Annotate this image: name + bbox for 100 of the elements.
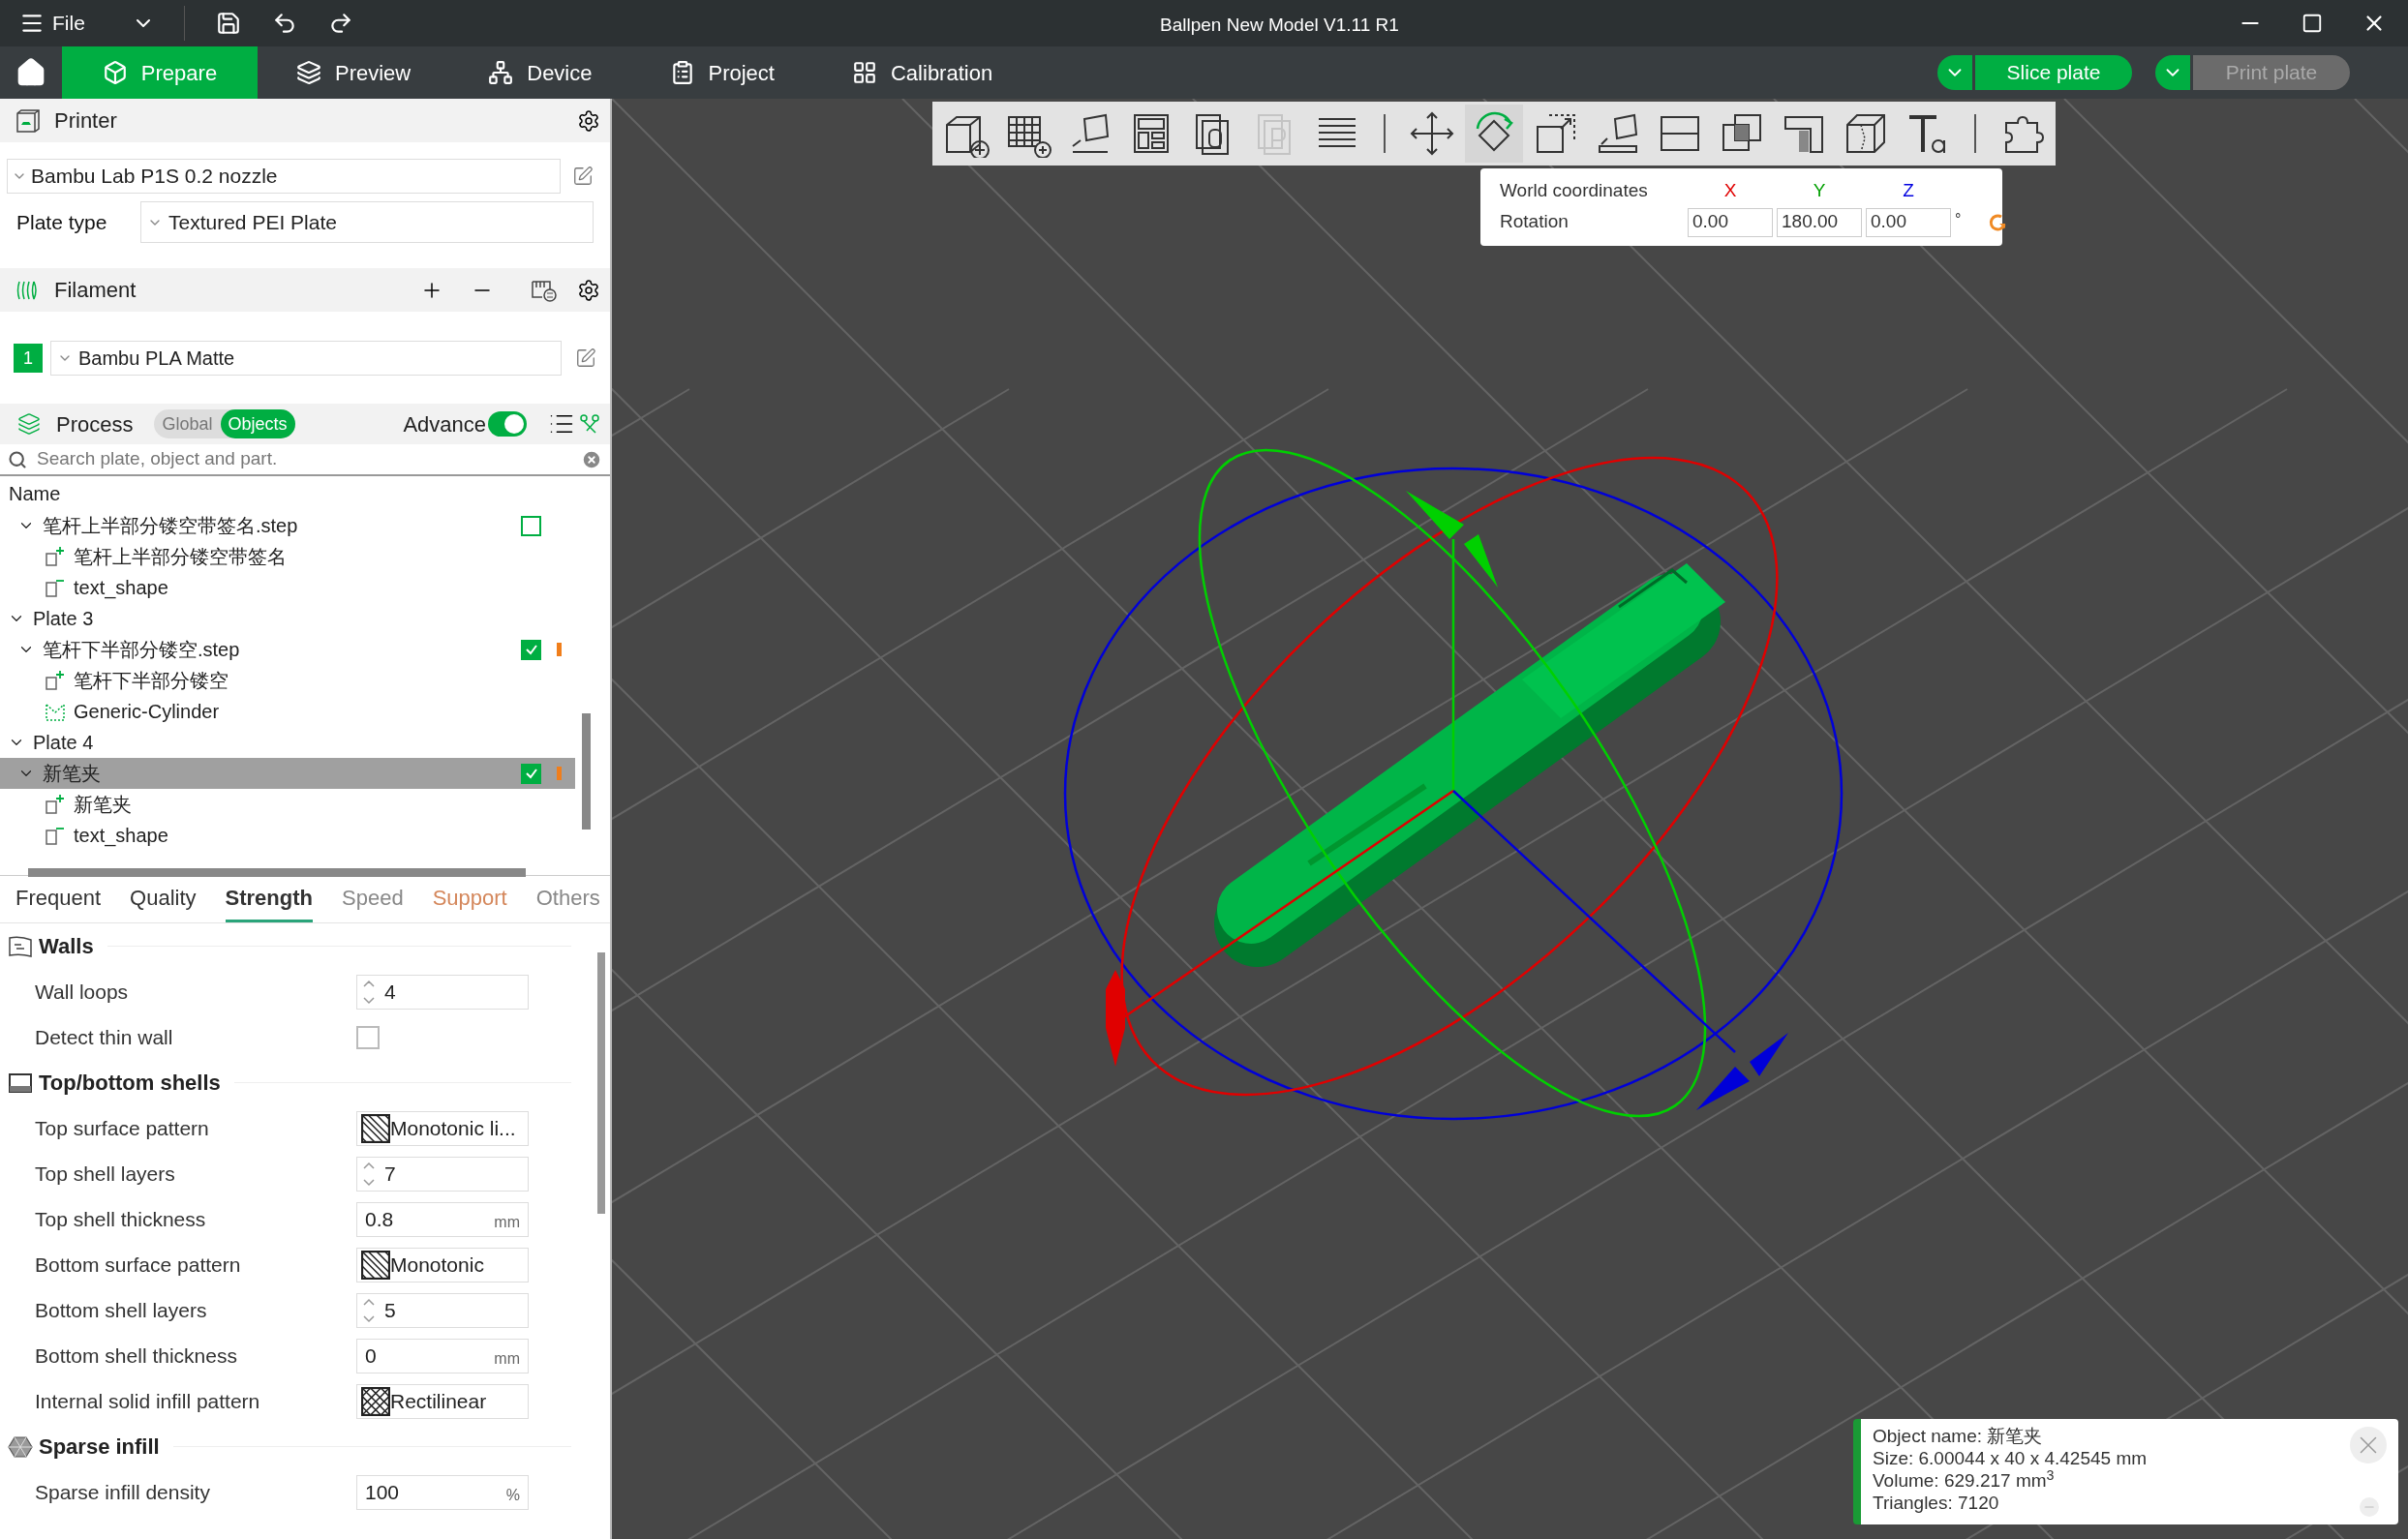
printer-dropdown[interactable]: Bambu Lab P1S 0.2 nozzle xyxy=(7,159,561,194)
filament-dropdown[interactable]: Bambu PLA Matte xyxy=(50,341,562,376)
nav-tab[interactable]: Device xyxy=(449,46,631,99)
value-field[interactable]: 0.00 xyxy=(1866,207,1951,237)
search-field[interactable]: Search plate, object and part. xyxy=(37,445,571,473)
scrollbar[interactable] xyxy=(582,713,591,830)
tool-button[interactable] xyxy=(1465,105,1523,163)
layers-icon xyxy=(296,60,321,85)
tree-row[interactable]: Plate 4 xyxy=(0,727,575,758)
file-menu-button[interactable]: File xyxy=(19,8,85,39)
part-icon xyxy=(45,546,66,567)
viewport[interactable]: World coordinates X Y Z Rotation 0.00 180.00 0.00 ° Object name: 新笔夹 Size: 6.00044 x 40 x 4.42545 mm Volume: 629.217 mm$^{3}$ Triangles: 7120 xyxy=(612,99,2408,1539)
tree-item-label: 笔杆上半部分镂空带签名 xyxy=(74,545,288,569)
shells-icon xyxy=(8,1071,33,1095)
pattern-dropdown[interactable]: Rectilinear xyxy=(356,1383,529,1419)
checkbox[interactable] xyxy=(356,1025,380,1049)
tree-item-label: 笔杆下半部分镂空.step xyxy=(43,638,241,662)
spin-field[interactable]: 4 xyxy=(356,974,529,1010)
tree-row[interactable]: 新笔夹 xyxy=(0,789,575,820)
value-field[interactable]: 180.00 xyxy=(1777,207,1862,237)
settings-icon[interactable] xyxy=(577,108,600,133)
checkbox[interactable] xyxy=(521,515,541,536)
panel-heading: World coordinates xyxy=(1500,179,1649,203)
settings-tab[interactable]: Speed xyxy=(342,882,404,922)
cube-icon xyxy=(102,60,128,85)
hexagon-icon xyxy=(8,1434,33,1459)
close-button[interactable] xyxy=(2350,1427,2387,1464)
part-icon xyxy=(45,670,66,691)
printer-icon xyxy=(15,108,41,133)
nav-tab[interactable]: Project xyxy=(630,46,813,99)
network-icon xyxy=(488,60,514,85)
axis-label: X xyxy=(1722,179,1738,203)
checkbox[interactable] xyxy=(521,639,541,660)
option-label: Bottom surface pattern xyxy=(35,1252,242,1278)
part-icon xyxy=(45,825,66,846)
edit-icon[interactable] xyxy=(575,347,596,369)
window-title: Ballpen New Model V1.11 R1 xyxy=(1160,14,1399,37)
pattern-icon xyxy=(361,1250,390,1280)
search-icon xyxy=(8,449,27,469)
home-icon xyxy=(15,57,46,88)
tree-item-label: text_shape xyxy=(74,576,169,601)
spin-field[interactable]: 5 xyxy=(356,1292,529,1328)
settings-tab[interactable]: Frequent xyxy=(15,882,102,922)
clear-icon[interactable] xyxy=(581,448,602,470)
dropdown-toggle[interactable] xyxy=(1937,55,1972,90)
edit-icon[interactable] xyxy=(572,166,594,187)
row-label: Rotation xyxy=(1500,210,1570,234)
advance-label: Advance xyxy=(403,410,486,438)
option-label: Bottom shell thickness xyxy=(35,1343,238,1369)
settings-tab[interactable]: Others xyxy=(535,882,600,922)
tree-item-label: 新笔夹 xyxy=(74,793,133,817)
nav-tab[interactable]: Preview xyxy=(258,46,450,99)
tree-item-label: 笔杆上半部分镂空带签名.step xyxy=(43,514,299,538)
tree-row[interactable]: 新笔夹 xyxy=(0,758,575,789)
tree-row[interactable]: text_shape xyxy=(0,572,575,603)
number-field[interactable]: 100 % xyxy=(356,1474,529,1510)
option-label: Bottom shell layers xyxy=(35,1297,208,1323)
column-header: Name xyxy=(9,481,61,506)
maximize-icon[interactable] xyxy=(2301,13,2323,34)
axis-label: Y xyxy=(1812,179,1827,203)
group-title: Top/bottom shells xyxy=(39,1070,221,1097)
plate-type-dropdown[interactable]: Textured PEI Plate xyxy=(140,201,594,243)
group-title: Sparse infill xyxy=(39,1433,160,1461)
option-label: Top surface pattern xyxy=(35,1115,210,1141)
tree-item-label: Plate 4 xyxy=(33,731,95,755)
tree-item-label: Plate 3 xyxy=(33,607,95,631)
option-label: Detect thin wall xyxy=(35,1024,174,1050)
info-line: Size: 6.00044 x 40 x 4.42545 mm xyxy=(1873,1447,2148,1469)
scrollbar[interactable] xyxy=(28,868,526,877)
settings-icon[interactable] xyxy=(577,278,600,302)
dropdown-toggle[interactable] xyxy=(2155,55,2190,90)
settings-tab[interactable]: Quality xyxy=(130,882,197,922)
advance-toggle[interactable] xyxy=(488,411,527,437)
pattern-dropdown[interactable]: Monotonic li... xyxy=(356,1110,529,1146)
scrollbar[interactable] xyxy=(597,952,605,1214)
checkbox[interactable] xyxy=(521,763,541,784)
layers-icon xyxy=(17,412,41,436)
option-label: Wall loops xyxy=(35,979,130,1005)
pattern-dropdown[interactable]: Monotonic xyxy=(356,1247,529,1282)
tree-row[interactable]: 笔杆上半部分镂空带签名 xyxy=(0,541,575,572)
option-label: Sparse infill density xyxy=(35,1479,211,1505)
save-icon[interactable] xyxy=(215,11,241,36)
info-line: Object name: 新笔夹 xyxy=(1873,1425,2043,1447)
tree-row[interactable]: 笔杆上半部分镂空带签名.step xyxy=(0,510,575,541)
spin-field[interactable]: 7 xyxy=(356,1156,529,1192)
section-title: Printer xyxy=(54,107,118,135)
tree-row[interactable]: 笔杆下半部分镂空.step xyxy=(0,634,575,665)
tree-row[interactable]: Generic-Cylinder xyxy=(0,696,575,727)
check-icon xyxy=(524,767,538,780)
settings-tab[interactable]: Strength xyxy=(225,882,313,922)
value-field[interactable]: 0.00 xyxy=(1688,207,1773,237)
number-field[interactable]: 0 mm xyxy=(356,1338,529,1373)
nav-tab[interactable]: Calibration xyxy=(813,46,1032,99)
number-field[interactable]: 0.8 mm xyxy=(356,1201,529,1237)
tree-row[interactable]: text_shape xyxy=(0,820,575,851)
tree-row[interactable]: Plate 3 xyxy=(0,603,575,634)
option-label: Top shell layers xyxy=(35,1161,176,1187)
tree-row[interactable]: 笔杆下半部分镂空 xyxy=(0,665,575,696)
grid-icon xyxy=(852,60,877,85)
group-title: Walls xyxy=(39,933,94,960)
